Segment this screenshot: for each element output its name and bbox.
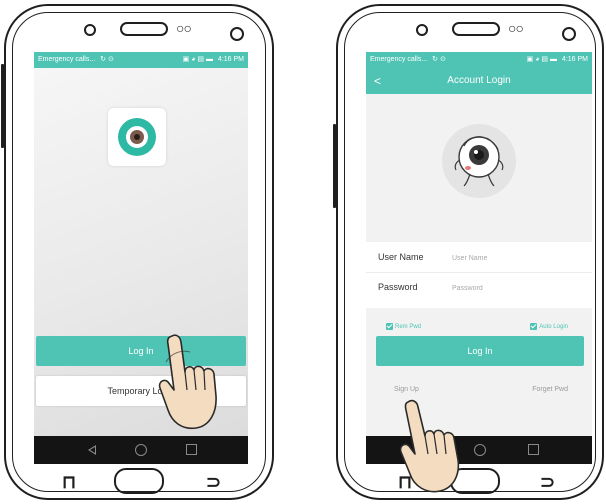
nav-home-icon[interactable] [474, 444, 486, 456]
left-hw-home-key[interactable] [114, 468, 164, 494]
auto-login-checkbox[interactable]: Auto Login [530, 318, 568, 336]
left-earpiece-speaker-icon [120, 22, 168, 36]
left-hw-key-left[interactable]: ⊓ [62, 472, 76, 493]
username-input[interactable] [452, 251, 562, 265]
nav-recent-apps-icon[interactable] [528, 444, 539, 455]
left-top-ring-icon [230, 27, 244, 41]
carrier-text: Emergency calls... [370, 56, 428, 63]
status-bar: Emergency calls... ↻ ⊙ ▣ ◕ ▤ ▬ 4:16 PM [34, 52, 248, 68]
left-sensors-icon: ○○ [176, 20, 192, 36]
checkbox-checked-icon [530, 323, 538, 331]
checkbox-checked-icon [386, 323, 393, 331]
left-hw-key-right[interactable]: ⊃ [206, 472, 221, 493]
login-form: User Name Password [366, 242, 592, 308]
login-options-row: Rem Pwd Auto Login [366, 316, 592, 331]
status-time: 4:16 PM [561, 56, 588, 63]
avatar [442, 124, 516, 198]
form-divider [366, 272, 592, 273]
nav-recent-apps-icon[interactable] [186, 444, 197, 455]
nav-home-icon[interactable] [135, 444, 147, 456]
password-input[interactable] [452, 281, 562, 295]
right-top-ring-icon [562, 27, 576, 41]
right-front-camera-icon [416, 24, 428, 36]
password-label: Password [378, 282, 418, 292]
pointing-hand-icon [158, 334, 217, 430]
username-row: User Name [366, 246, 592, 270]
right-earpiece-speaker-icon [452, 22, 500, 36]
sign-up-link[interactable]: Sign Up [394, 386, 419, 393]
status-left-icons: ↻ ⊙ [432, 56, 446, 63]
android-nav-bar [34, 436, 248, 464]
eyeball-mascot-icon [454, 136, 504, 187]
status-right-icons: ▣ ◕ ▤ ▬ [182, 56, 213, 63]
back-chevron-icon[interactable]: < [374, 68, 381, 94]
right-phone-side-button [333, 124, 336, 208]
title-bar: < Account Login [366, 68, 592, 94]
right-hw-key-right[interactable]: ⊃ [540, 472, 555, 493]
status-left-icons: ↻ ⊙ [100, 56, 114, 63]
nav-back-icon[interactable] [88, 445, 96, 455]
status-right-icons: ▣ ◕ ▤ ▬ [526, 56, 557, 63]
password-row: Password [366, 276, 592, 300]
avatar-area [366, 94, 592, 242]
login-button[interactable]: Log In [376, 336, 584, 366]
login-body: User Name Password Rem Pwd Auto Login Lo… [366, 94, 592, 436]
username-label: User Name [378, 252, 424, 262]
left-front-camera-icon [84, 24, 96, 36]
right-sensors-icon: ○○ [508, 20, 524, 36]
carrier-text: Emergency calls... [38, 56, 96, 63]
pointing-hand-icon [399, 399, 460, 493]
camera-lens-icon [118, 118, 156, 156]
app-logo-tile [108, 108, 166, 166]
forgot-password-link[interactable]: Forget Pwd [532, 386, 568, 393]
remember-password-label: Rem Pwd [395, 323, 422, 330]
remember-password-checkbox[interactable]: Rem Pwd [386, 318, 421, 336]
page-title: Account Login [447, 75, 511, 86]
status-time: 4:16 PM [217, 56, 244, 63]
auto-login-label: Auto Login [539, 323, 568, 330]
left-phone-side-button [1, 64, 4, 148]
status-bar: Emergency calls... ↻ ⊙ ▣ ◕ ▤ ▬ 4:16 PM [366, 52, 592, 68]
